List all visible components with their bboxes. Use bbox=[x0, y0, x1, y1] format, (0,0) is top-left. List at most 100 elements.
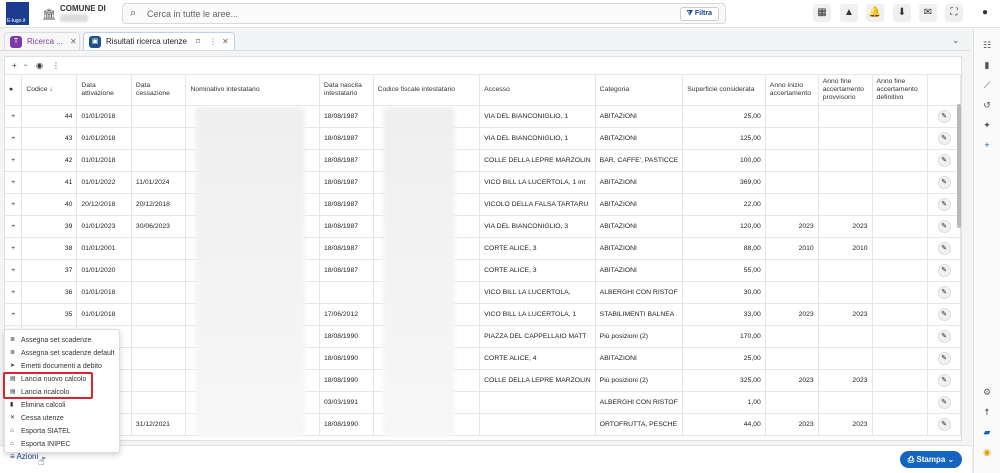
book-icon[interactable]: ▮ bbox=[979, 58, 995, 72]
table-row[interactable]: +42 01/01/2018 18/08/1987 COLLE DELLA LEPRE… bbox=[5, 149, 961, 172]
tab-risultati[interactable]: ▣ Risultati ricerca utenze ⌑ ⋮ ✕ bbox=[83, 32, 235, 50]
mail-icon[interactable]: ✉ bbox=[919, 4, 937, 22]
col-data-attivazione[interactable]: Data attivazione bbox=[76, 75, 132, 106]
col-anno-fine-definitivo[interactable]: Anno fine accertamento definitivo bbox=[872, 75, 929, 106]
close-icon[interactable]: ✕ bbox=[222, 33, 229, 51]
table-row[interactable]: +35 01/01/2018 17/06/2012 VICO BILL LA LUCE… bbox=[5, 303, 961, 326]
expand-row-button[interactable]: + bbox=[5, 237, 23, 260]
help-icon[interactable]: ◉ bbox=[979, 445, 995, 459]
select-all-icon[interactable]: ● bbox=[5, 75, 23, 106]
vertical-scrollbar[interactable] bbox=[957, 104, 961, 228]
edit-icon[interactable]: ✎ bbox=[937, 131, 951, 145]
table-row[interactable]: +36 01/01/2018 VICO BILL LA LUCERTOLA, ALBE… bbox=[5, 281, 961, 304]
list-icon[interactable]: ☷ bbox=[979, 38, 995, 52]
more-icon[interactable]: ⋮ bbox=[52, 61, 60, 70]
edit-icon[interactable]: ✎ bbox=[937, 417, 951, 431]
edit-icon[interactable]: ✎ bbox=[937, 153, 951, 167]
close-icon[interactable]: ✕ bbox=[70, 33, 77, 51]
add-row-button[interactable]: + bbox=[12, 61, 17, 70]
expand-row-button[interactable]: + bbox=[5, 303, 23, 326]
table-row[interactable]: +41 01/01/2022 11/01/2024 18/08/1987 VICO BI… bbox=[5, 171, 961, 194]
edit-icon[interactable]: ✎ bbox=[937, 197, 951, 211]
expand-row-button[interactable]: + bbox=[5, 193, 23, 216]
cell-data-attivazione: 01/01/2020 bbox=[76, 259, 132, 282]
edit-icon[interactable]: ✎ bbox=[937, 329, 951, 343]
table-row[interactable]: +18/08/1990CORTE ALICE, 4ABITAZIONI25,00… bbox=[5, 347, 961, 370]
table-row[interactable]: +39 01/01/2023 30/06/2023 18/08/1987 VIA DEL… bbox=[5, 215, 961, 238]
expand-row-button[interactable]: + bbox=[5, 281, 23, 304]
col-superficie[interactable]: Superficie considerata bbox=[682, 75, 766, 106]
filter-button[interactable]: ⧩ Filtra bbox=[679, 7, 719, 21]
history-icon[interactable]: ↺ bbox=[979, 98, 995, 112]
col-codice-fiscale[interactable]: Codice fiscale intestatario bbox=[373, 75, 481, 106]
cell-anno-inizio: 2023 bbox=[765, 369, 819, 392]
table-row[interactable]: +40 20/12/2018 20/12/2018 18/08/1987 VICOLO … bbox=[5, 193, 961, 216]
tab-ricerca[interactable]: T Ricerca ... ✕ bbox=[4, 32, 80, 50]
warning-icon[interactable]: ▲ bbox=[840, 4, 858, 22]
apps-grid-icon[interactable]: ▦ bbox=[813, 4, 831, 22]
trend-icon[interactable]: ⟋ bbox=[979, 78, 995, 92]
table-row[interactable]: +43 01/01/2018 18/08/1987 VIA DEL BIANCONIG… bbox=[5, 127, 961, 150]
col-nominativo[interactable]: Nominativo intestatario bbox=[185, 75, 320, 106]
table-row[interactable]: +18/08/1990PIAZZA DEL CAPPELLAIO MATTPiù… bbox=[5, 325, 961, 348]
edit-icon[interactable]: ✎ bbox=[937, 241, 951, 255]
gear-icon[interactable]: ⚙ bbox=[979, 385, 995, 399]
user-account-icon[interactable]: ● bbox=[976, 4, 994, 22]
search-input[interactable]: Cerca in tutte le aree... bbox=[147, 9, 238, 19]
edit-icon[interactable]: ✎ bbox=[937, 285, 951, 299]
cell-data-attivazione: 01/01/2018 bbox=[76, 281, 132, 304]
table-row[interactable]: +18/08/1990COLLE DELLA LEPRE MARZOLINPiù… bbox=[5, 369, 961, 392]
expand-row-button[interactable]: + bbox=[5, 215, 23, 238]
menu-item[interactable]: ▮ Elimina calcoli bbox=[5, 399, 119, 412]
more-icon[interactable]: ⋮ bbox=[209, 33, 217, 51]
table-row[interactable]: +38 01/01/2001 18/08/1987 CORTE ALICE, 3 ABI… bbox=[5, 237, 961, 260]
menu-item[interactable]: ≣ Assegna set scadenze bbox=[5, 334, 119, 347]
chevron-down-icon[interactable]: ⌄ bbox=[23, 61, 28, 68]
stampa-button[interactable]: ⎙ Stampa ⌄ bbox=[900, 451, 962, 468]
table-row[interactable]: +31/12/202118/08/1990ORTOFRUTTA, PESCHE4… bbox=[5, 413, 961, 436]
cell-categoria: ABITAZIONI bbox=[595, 259, 684, 282]
edit-icon[interactable]: ✎ bbox=[937, 307, 951, 321]
menu-item[interactable]: ⌂ Esporta SIATEL bbox=[5, 425, 119, 438]
col-categoria[interactable]: Categoria bbox=[595, 75, 684, 106]
col-anno-fine-provvisorio[interactable]: Anno fine accertamento provvisorio bbox=[818, 75, 873, 106]
cell-anno-inizio bbox=[765, 391, 819, 414]
add-icon[interactable]: + bbox=[979, 138, 995, 152]
bookmark-icon[interactable]: ⌑ bbox=[196, 33, 200, 51]
download-icon[interactable]: ⬇ bbox=[893, 4, 911, 22]
edit-icon[interactable]: ✎ bbox=[937, 263, 951, 277]
table-row[interactable]: +03/03/1991ALBERGHI CON RISTOF1,00✎ bbox=[5, 391, 961, 414]
edit-icon[interactable]: ✎ bbox=[937, 219, 951, 233]
edit-icon[interactable]: ✎ bbox=[937, 351, 951, 365]
edit-icon[interactable]: ✎ bbox=[937, 109, 951, 123]
table-row[interactable]: +44 01/01/2018 18/08/1987 VIA DEL BIANCONIG… bbox=[5, 105, 961, 128]
expand-row-button[interactable]: + bbox=[5, 105, 23, 128]
menu-item-label: Assegna set scadenze bbox=[21, 337, 92, 344]
chevron-down-icon[interactable]: ⌄ bbox=[952, 35, 960, 46]
col-anno-inizio[interactable]: Anno inizio accertamento bbox=[765, 75, 819, 106]
municipality-logo[interactable]: E-lugo.it bbox=[6, 2, 29, 25]
menu-item[interactable]: ≣ Assegna set scadenze default bbox=[5, 347, 119, 360]
edit-icon[interactable]: ✎ bbox=[937, 175, 951, 189]
col-data-nascita[interactable]: Data nascita intestatario bbox=[319, 75, 374, 106]
accessibility-icon[interactable]: ☨ bbox=[979, 405, 995, 419]
edit-icon[interactable]: ✎ bbox=[937, 395, 951, 409]
expand-row-button[interactable]: + bbox=[5, 171, 23, 194]
menu-item[interactable]: ✕ Cessa utenze bbox=[5, 412, 119, 425]
cell-anno-fine-provvisorio bbox=[818, 391, 873, 414]
col-accesso[interactable]: Accesso bbox=[479, 75, 596, 106]
expand-row-button[interactable]: + bbox=[5, 127, 23, 150]
expand-row-button[interactable]: + bbox=[5, 259, 23, 282]
edit-icon[interactable]: ✎ bbox=[937, 373, 951, 387]
fullscreen-icon[interactable]: ⛶ bbox=[945, 4, 963, 22]
global-search[interactable]: ⌕ Cerca in tutte le aree... ⧩ Filtra bbox=[122, 3, 726, 24]
expand-row-button[interactable]: + bbox=[5, 149, 23, 172]
menu-item[interactable]: ⌂ Esporta INIPEC bbox=[5, 438, 119, 451]
col-codice[interactable]: Codice ↓ bbox=[21, 75, 78, 106]
eye-icon[interactable]: ◉ bbox=[36, 61, 43, 70]
chat-icon[interactable]: ▰ bbox=[979, 425, 995, 439]
tools-icon[interactable]: ✦ bbox=[979, 118, 995, 132]
bell-icon[interactable]: 🔔 bbox=[866, 4, 884, 22]
table-row[interactable]: +37 01/01/2020 18/08/1987 CORTE ALICE, 3 ABI… bbox=[5, 259, 961, 282]
col-data-cessazione[interactable]: Data cessazione bbox=[131, 75, 187, 106]
